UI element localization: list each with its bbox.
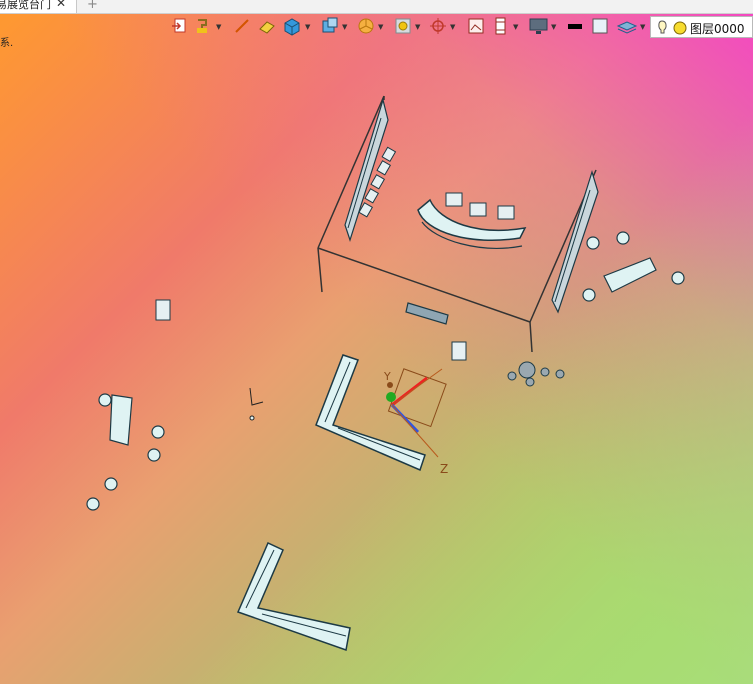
round-table-set[interactable] bbox=[507, 361, 565, 387]
monitor-icon[interactable] bbox=[528, 16, 550, 38]
chevron-down-icon[interactable]: ▼ bbox=[640, 23, 645, 31]
paint-icon[interactable] bbox=[194, 16, 212, 38]
axis-z-label: Z bbox=[440, 462, 448, 476]
chevron-down-icon[interactable]: ▼ bbox=[551, 23, 556, 31]
chevron-down-icon[interactable]: ▼ bbox=[305, 23, 310, 31]
picture-icon[interactable] bbox=[466, 16, 486, 38]
origin-marker bbox=[249, 387, 264, 421]
l-shaped-counter[interactable] bbox=[315, 354, 426, 472]
color-white-icon[interactable] bbox=[590, 16, 610, 38]
lightbulb-icon bbox=[658, 20, 667, 34]
chevron-down-icon[interactable]: ▼ bbox=[513, 23, 518, 31]
viewport-corner-text: 系. bbox=[0, 38, 14, 49]
pie-icon[interactable] bbox=[356, 16, 376, 38]
reception-counter[interactable] bbox=[405, 302, 449, 325]
layer-stack-icon[interactable] bbox=[616, 16, 638, 38]
cube-icon[interactable] bbox=[282, 16, 302, 38]
column-icon[interactable] bbox=[492, 16, 510, 38]
line-icon[interactable] bbox=[234, 16, 250, 38]
layer-name: 图层0000 bbox=[690, 22, 745, 36]
view-cube-icon[interactable] bbox=[320, 16, 340, 38]
layer-state-icons bbox=[658, 20, 687, 35]
chevron-down-icon[interactable]: ▼ bbox=[342, 23, 347, 31]
chevron-down-icon[interactable]: ▼ bbox=[378, 23, 383, 31]
color-black-icon[interactable] bbox=[566, 16, 584, 38]
chevron-down-icon[interactable]: ▼ bbox=[415, 23, 420, 31]
exit-icon[interactable] bbox=[171, 16, 189, 38]
axis-y-label: Y bbox=[383, 370, 391, 383]
eraser-icon[interactable] bbox=[258, 16, 276, 38]
document-tab[interactable]: 易展览台门 ✕ bbox=[0, 0, 77, 13]
lounge-set[interactable] bbox=[582, 231, 685, 302]
close-icon[interactable]: ✕ bbox=[56, 0, 66, 9]
frame-icon[interactable] bbox=[393, 16, 413, 38]
tab-title: 易展览台门 bbox=[0, 0, 51, 11]
sofa-left[interactable] bbox=[86, 393, 165, 511]
snap-icon[interactable] bbox=[428, 16, 448, 38]
sun-icon bbox=[673, 21, 687, 35]
chevron-down-icon[interactable]: ▼ bbox=[216, 23, 221, 31]
chevron-down-icon[interactable]: ▼ bbox=[450, 23, 455, 31]
tab-bar: 易展览台门 ✕ + bbox=[0, 0, 753, 14]
curved-desk[interactable] bbox=[417, 192, 527, 249]
new-tab-button[interactable]: + bbox=[87, 0, 98, 12]
l-shaped-counter-2[interactable] bbox=[236, 541, 351, 651]
scene-canvas: Y Z bbox=[86, 95, 685, 651]
layer-selector[interactable]: 图层0000 bbox=[650, 16, 753, 38]
